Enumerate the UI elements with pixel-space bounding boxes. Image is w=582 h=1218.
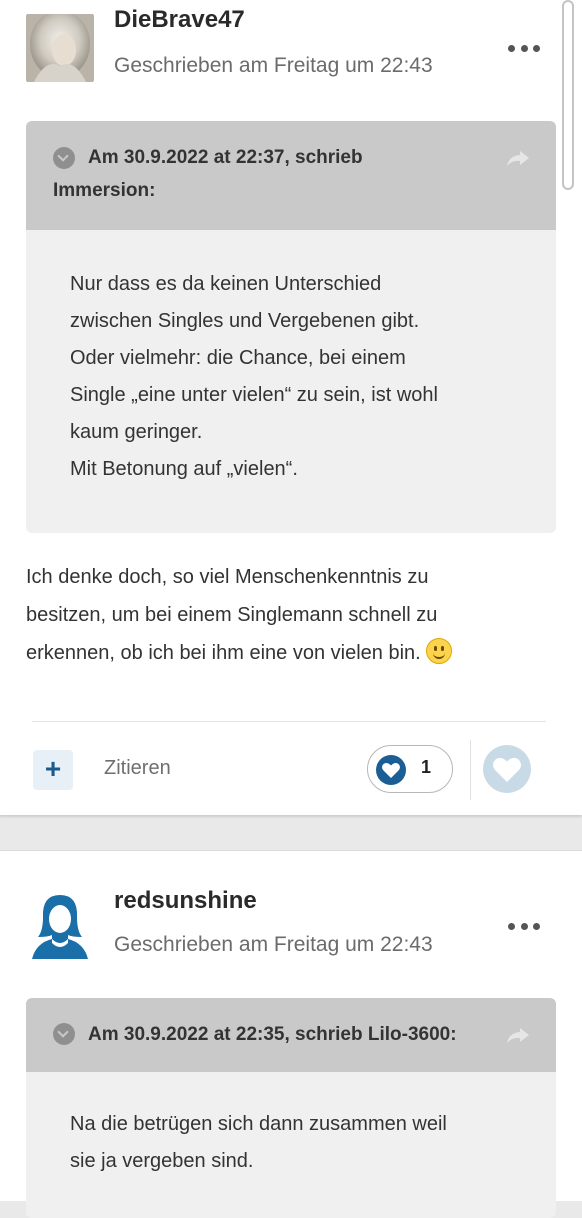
body-line: besitzen, um bei einem Singlemann schnel…: [26, 604, 438, 626]
more-options-icon[interactable]: [508, 916, 540, 936]
quote-button[interactable]: Zitieren: [104, 757, 171, 780]
quote-title: Am 30.9.2022 at 22:37, schrieb: [88, 147, 363, 168]
quote-line: Nur dass es da keinen Unterschied: [70, 273, 382, 295]
quote-line: zwischen Singles und Vergebenen gibt.: [70, 310, 420, 332]
separator: [470, 740, 471, 800]
divider: [32, 721, 546, 722]
heart-icon: [493, 757, 521, 782]
heart-icon: [376, 755, 406, 785]
body-line: erkennen, ob ich bei ihm eine von vielen…: [26, 642, 421, 664]
post-card: redsunshine Geschrieben am Freitag um 22…: [0, 850, 582, 1218]
quote-body: Nur dass es da keinen Unterschied zwisch…: [70, 266, 540, 488]
quote-line: kaum geringer.: [70, 421, 203, 443]
quote-header[interactable]: Am 30.9.2022 at 22:35, schrieb Lilo-3600…: [26, 998, 556, 1072]
user-avatar-icon: [26, 891, 94, 959]
share-icon[interactable]: [506, 149, 530, 167]
reaction-count-button[interactable]: [367, 745, 453, 793]
body-line: Ich denke doch, so viel Menschenkenntnis…: [26, 566, 429, 588]
quote-line: Mit Betonung auf „vielen“.: [70, 458, 298, 480]
chevron-down-icon[interactable]: [53, 147, 75, 169]
quote-author: Immersion:: [53, 180, 156, 201]
avatar[interactable]: [26, 14, 94, 82]
like-count: 1: [421, 757, 432, 777]
share-icon[interactable]: [506, 1026, 530, 1044]
quote-line: sie ja vergeben sind.: [70, 1150, 254, 1172]
author-name[interactable]: redsunshine: [114, 887, 257, 915]
smiley-icon: [426, 638, 453, 664]
author-name[interactable]: DieBrave47: [114, 6, 245, 34]
avatar-photo: [26, 14, 94, 82]
post-body: Ich denke doch, so viel Menschenkenntnis…: [26, 558, 546, 672]
chevron-down-icon[interactable]: [53, 1023, 75, 1045]
quote-line: Single „eine unter vielen“ zu sein, ist …: [70, 384, 438, 406]
quote-line: Na die betrügen sich dann zusammen weil: [70, 1113, 447, 1135]
post-card: DieBrave47 Geschrieben am Freitag um 22:…: [0, 0, 582, 815]
quote-header[interactable]: Am 30.9.2022 at 22:37, schrieb Immersion…: [26, 121, 556, 230]
quote-body: Na die betrügen sich dann zusammen weil …: [70, 1106, 540, 1180]
quote-line: Oder vielmehr: die Chance, bei einem: [70, 347, 406, 369]
quote-block: Am 30.9.2022 at 22:35, schrieb Lilo-3600…: [26, 998, 556, 1218]
post-date: Geschrieben am Freitag um 22:43: [114, 54, 433, 77]
body-line-last: erkennen, ob ich bei ihm eine von vielen…: [26, 634, 546, 672]
more-options-icon[interactable]: [508, 38, 540, 58]
post-date: Geschrieben am Freitag um 22:43: [114, 933, 433, 956]
scrollbar[interactable]: [562, 0, 574, 190]
avatar[interactable]: [26, 891, 94, 959]
quote-block: Am 30.9.2022 at 22:37, schrieb Immersion…: [26, 121, 556, 533]
plus-icon[interactable]: +: [33, 750, 73, 790]
like-button[interactable]: [483, 745, 531, 793]
quote-title: Am 30.9.2022 at 22:35, schrieb Lilo-3600…: [88, 1024, 457, 1045]
